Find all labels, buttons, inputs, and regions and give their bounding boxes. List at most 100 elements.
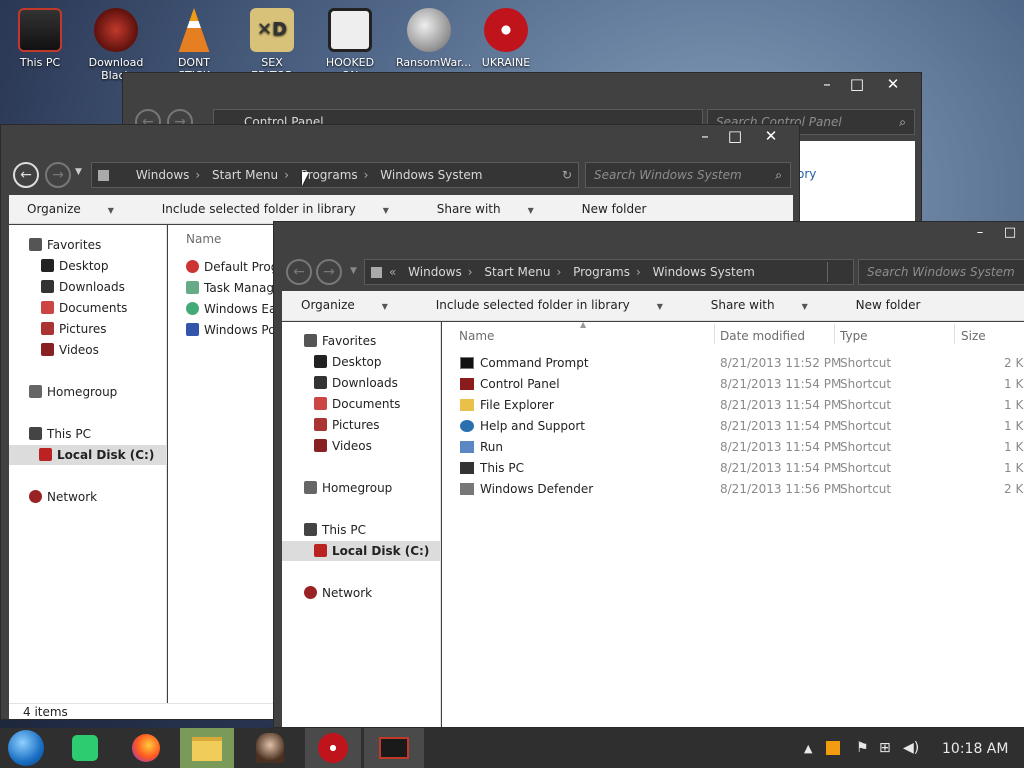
organize-menu[interactable]: Organize ▼ xyxy=(27,195,136,225)
hook-icon xyxy=(328,8,372,52)
tree-documents[interactable]: Documents xyxy=(314,397,400,411)
new-folder-button[interactable]: New folder xyxy=(582,195,647,223)
red-app-icon[interactable] xyxy=(364,728,424,768)
breadcrumb[interactable]: Programs xyxy=(573,260,630,284)
table-row[interactable]: File Explorer 8/21/2013 11:54 PM Shortcut 1… xyxy=(442,395,1024,416)
computer-icon xyxy=(304,523,317,536)
tree-pictures[interactable]: Pictures xyxy=(314,418,380,432)
this-pc-icon xyxy=(460,462,474,474)
breadcrumb[interactable]: Programs xyxy=(301,163,358,187)
close-button[interactable]: ✕ xyxy=(753,125,789,147)
show-hidden-icons[interactable]: ▲ xyxy=(804,742,812,755)
videos-icon xyxy=(314,439,327,452)
column-divider[interactable] xyxy=(954,324,955,344)
close-button[interactable]: ✕ xyxy=(875,73,911,95)
homegroup-icon xyxy=(29,385,42,398)
portrait-app-icon[interactable] xyxy=(245,728,295,768)
tree-videos[interactable]: Videos xyxy=(41,343,99,357)
network-tray-icon[interactable]: ⊞ xyxy=(879,740,891,756)
desktop-icon-ransomware[interactable]: RansomWar... xyxy=(396,8,471,69)
desktop-icon-sex-editor[interactable]: ✕D SEX EDITOR xyxy=(239,8,305,82)
forward-button[interactable]: → xyxy=(45,162,71,188)
maximize-button[interactable]: □ xyxy=(839,73,875,95)
help-icon xyxy=(460,420,474,432)
radiation-app-icon[interactable] xyxy=(305,728,361,768)
breadcrumb[interactable]: Windows xyxy=(408,260,462,284)
address-divider xyxy=(827,262,828,282)
notes-app-icon[interactable] xyxy=(60,728,110,768)
maximize-button[interactable]: □ xyxy=(717,125,753,147)
search-icon: ⌕ xyxy=(775,168,782,182)
breadcrumb[interactable]: Windows System xyxy=(653,260,755,284)
table-row[interactable]: Windows Defender 8/21/2013 11:56 PM Shortc… xyxy=(442,479,1024,500)
firefox-icon[interactable] xyxy=(122,728,172,768)
volume-icon[interactable]: ◀) xyxy=(903,740,919,756)
clock[interactable]: 10:18 AM xyxy=(942,741,1008,757)
tree-desktop[interactable]: Desktop xyxy=(314,355,382,369)
search-input[interactable]: Search Windows System ⌕ xyxy=(585,162,791,188)
tree-homegroup[interactable]: Homegroup xyxy=(304,481,392,495)
desktop-icon-ukraine[interactable]: UKRAINE xyxy=(473,8,539,69)
search-input[interactable]: Search Windows System xyxy=(858,259,1024,285)
tree-downloads[interactable]: Downloads xyxy=(41,280,125,294)
tree-this-pc[interactable]: This PC xyxy=(29,427,91,441)
table-row[interactable]: Command Prompt 8/21/2013 11:52 PM Shortcut… xyxy=(442,353,1024,374)
column-divider[interactable] xyxy=(834,324,835,344)
breadcrumb[interactable]: Windows System xyxy=(380,163,482,187)
tree-homegroup[interactable]: Homegroup xyxy=(29,385,117,399)
column-date-modified[interactable]: Date modified xyxy=(720,329,805,343)
tree-documents[interactable]: Documents xyxy=(41,301,127,315)
search-icon: ⌕ xyxy=(899,115,906,129)
tree-network[interactable]: Network xyxy=(29,490,97,504)
explorer-window-front[interactable]: – □ ← → ▼ « Windows › Start Menu › Program… xyxy=(273,221,1024,728)
new-folder-button[interactable]: New folder xyxy=(856,291,921,319)
update-icon[interactable] xyxy=(826,741,840,755)
recent-dropdown[interactable]: ▼ xyxy=(75,167,82,177)
column-type[interactable]: Type xyxy=(840,329,868,343)
table-row[interactable]: Control Panel 8/21/2013 11:54 PM Shortcut 1… xyxy=(442,374,1024,395)
address-bar[interactable]: Windows › Start Menu › Programs › Windows S… xyxy=(91,162,579,188)
address-bar[interactable]: « Windows › Start Menu › Programs › Windows… xyxy=(364,259,854,285)
tree-desktop[interactable]: Desktop xyxy=(41,259,109,273)
desktop-icon-this-pc[interactable]: This PC xyxy=(7,8,73,69)
breadcrumb[interactable]: Start Menu xyxy=(212,163,278,187)
desktop-icon-download-black[interactable]: Download Black xyxy=(83,8,149,82)
share-with-menu[interactable]: Share with ▼ xyxy=(711,291,830,321)
table-row[interactable]: This PC8/21/2013 11:54 PMShortcut1 KB xyxy=(442,458,1024,479)
refresh-icon[interactable]: ↻ xyxy=(562,163,572,187)
back-button[interactable]: ← xyxy=(286,259,312,285)
tree-pictures[interactable]: Pictures xyxy=(41,322,107,336)
tree-this-pc[interactable]: This PC xyxy=(304,523,366,537)
desktop-icon xyxy=(314,355,327,368)
windows-defender-icon xyxy=(460,483,474,495)
tree-videos[interactable]: Videos xyxy=(314,439,372,453)
column-divider[interactable] xyxy=(714,324,715,344)
maximize-button[interactable]: □ xyxy=(992,222,1024,244)
table-row[interactable]: Help and Support 8/21/2013 11:54 PM Shortc… xyxy=(442,416,1024,437)
tree-downloads[interactable]: Downloads xyxy=(314,376,398,390)
column-size[interactable]: Size xyxy=(961,329,986,343)
file-item[interactable]: Task Manager xyxy=(186,281,286,295)
back-button[interactable]: ← xyxy=(13,162,39,188)
file-item[interactable]: Windows Pow xyxy=(186,323,285,337)
tree-favorites[interactable]: Favorites xyxy=(304,334,376,348)
forward-button[interactable]: → xyxy=(316,259,342,285)
tree-favorites[interactable]: Favorites xyxy=(29,238,101,252)
start-button[interactable] xyxy=(2,728,52,768)
tree-local-disk[interactable]: Local Disk (C:) xyxy=(9,445,166,465)
file-item[interactable]: Default Progr xyxy=(186,260,283,274)
column-name[interactable]: Name xyxy=(459,329,494,343)
tree-network[interactable]: Network xyxy=(304,586,372,600)
desktop-icon-dont-stick[interactable]: DONT STICK xyxy=(161,8,227,82)
breadcrumb[interactable]: Windows xyxy=(136,163,190,187)
flag-icon[interactable]: ⚑ xyxy=(856,740,869,756)
recent-dropdown[interactable]: ▼ xyxy=(350,266,357,276)
desktop-icon-hooked-on[interactable]: HOOKED ON xyxy=(317,8,383,82)
file-explorer-taskbar-icon[interactable] xyxy=(180,728,234,768)
column-name[interactable]: Name xyxy=(186,232,221,246)
tree-local-disk[interactable]: Local Disk (C:) xyxy=(282,541,440,561)
table-row[interactable]: Run8/21/2013 11:54 PMShortcut1 KB xyxy=(442,437,1024,458)
include-library-menu[interactable]: Include selected folder in library ▼ xyxy=(436,291,685,321)
organize-menu[interactable]: Organize ▼ xyxy=(301,291,410,321)
breadcrumb[interactable]: Start Menu xyxy=(484,260,550,284)
